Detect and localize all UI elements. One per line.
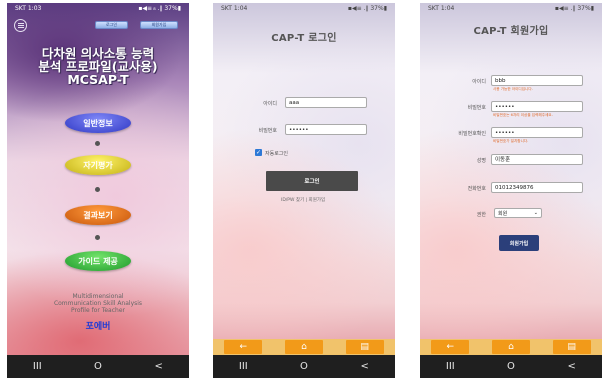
status-bar: SKT 1:04 ▪◀≡ .∥ 37%▮ xyxy=(420,3,602,15)
separator-dot xyxy=(95,141,100,146)
status-left: SKT 1:04 xyxy=(221,5,248,12)
role-label: 권한 xyxy=(476,212,486,218)
signup-screen: SKT 1:04 ▪◀≡ .∥ 37%▮ CAP-T 회원가입 아이디 bbb … xyxy=(420,3,602,378)
home-icon[interactable]: O xyxy=(83,361,113,372)
back-icon[interactable]: < xyxy=(557,361,587,372)
login-screen: SKT 1:04 ▪◀≡ .∥ 37%▮ CAP-T 로그인 아이디 aaa 비… xyxy=(213,3,395,378)
name-input[interactable]: 이동훈 xyxy=(491,154,583,165)
subtitle-line: Profile for Teacher xyxy=(71,307,125,314)
recents-icon[interactable]: III xyxy=(228,361,258,372)
android-nav-bar: III O < xyxy=(213,355,395,378)
id-label: 아이디 xyxy=(263,101,277,107)
back-arrow-icon[interactable]: ← xyxy=(224,340,263,354)
auto-login-label: 자동로그인 xyxy=(265,151,289,157)
home-icon[interactable]: O xyxy=(289,361,319,372)
separator-dot xyxy=(95,187,100,192)
main-screen: SKT 1:03 ▪◀≡ ₈ .∥ 37%▮ 로그인 회원가입 다차원 의사소통… xyxy=(7,3,189,378)
id-input[interactable]: aaa xyxy=(285,97,367,108)
home-icon[interactable]: O xyxy=(496,361,526,372)
self-assessment-button[interactable]: 자기평가 xyxy=(65,155,131,175)
back-icon[interactable]: < xyxy=(350,361,380,372)
back-icon[interactable]: < xyxy=(144,361,174,372)
home-icon[interactable]: ⌂ xyxy=(284,340,323,354)
status-left: SKT 1:03 xyxy=(15,5,42,12)
page-title: CAP-T 로그인 xyxy=(271,33,337,44)
status-left: SKT 1:04 xyxy=(428,5,455,12)
bottom-toolbar: ← ⌂ ▤ xyxy=(213,339,395,355)
hamburger-menu-icon[interactable] xyxy=(14,19,27,32)
id-input[interactable]: bbb xyxy=(491,75,583,86)
bottom-toolbar: ← ⌂ ▤ xyxy=(420,339,602,355)
app-subtitle: Multidimensional Communication Skill Ana… xyxy=(7,293,189,314)
document-icon[interactable]: ▤ xyxy=(345,340,384,354)
status-right: ▪◀≡ ₈ .∥ 37%▮ xyxy=(138,5,181,12)
form-background xyxy=(420,3,602,355)
password-confirm-label: 비밀번호확인 xyxy=(458,131,486,137)
id-hint: 사용 가능한 아이디입니다. xyxy=(493,87,533,91)
password-label: 비밀번호 xyxy=(467,105,486,111)
guide-button[interactable]: 가이드 제공 xyxy=(65,251,131,271)
phone-label: 전화번호 xyxy=(467,186,486,192)
document-icon[interactable]: ▤ xyxy=(552,340,591,354)
password-confirm-hint: 비밀번호가 일치합니다. xyxy=(493,139,529,143)
app-title-line: MCSAP-T xyxy=(67,72,129,87)
status-right: ▪◀≡ .∥ 37%▮ xyxy=(347,5,387,12)
auto-login-checkbox[interactable]: ✓ xyxy=(255,149,262,156)
subtitle-line: Communication Skill Analysis xyxy=(53,300,143,307)
name-label: 성명 xyxy=(476,158,486,164)
recents-icon[interactable]: III xyxy=(435,361,465,372)
recents-icon[interactable]: III xyxy=(22,361,52,372)
app-title: 다차원 의사소통 능력 분석 프로파일(교사용) MCSAP-T xyxy=(7,47,189,86)
signup-button[interactable]: 회원가입 xyxy=(140,21,178,29)
general-info-button[interactable]: 일반정보 xyxy=(65,113,131,133)
separator-dot xyxy=(95,235,100,240)
back-arrow-icon[interactable]: ← xyxy=(431,340,470,354)
signup-submit-button[interactable]: 회원가입 xyxy=(499,235,539,251)
status-bar: SKT 1:03 ▪◀≡ ₈ .∥ 37%▮ xyxy=(7,3,189,15)
password-input[interactable]: •••••• xyxy=(285,124,367,135)
password-hint: 비밀번호는 6자리 이상을 입력해주세요. xyxy=(493,113,553,117)
brand-name: 포에버 xyxy=(85,322,111,332)
view-results-button[interactable]: 결과보기 xyxy=(65,205,131,225)
status-bar: SKT 1:04 ▪◀≡ .∥ 37%▮ xyxy=(213,3,395,15)
chevron-down-icon: ⌄ xyxy=(533,210,538,216)
android-nav-bar: III O < xyxy=(7,355,189,378)
account-links[interactable]: ID/PW 찾기 | 회원가입 xyxy=(281,197,325,203)
id-label: 아이디 xyxy=(472,79,486,85)
password-confirm-input[interactable]: •••••• xyxy=(491,127,583,138)
status-right: ▪◀≡ .∥ 37%▮ xyxy=(554,5,594,12)
role-select-value: 회원 xyxy=(498,210,508,217)
login-button[interactable]: 로그인 xyxy=(95,21,128,29)
android-nav-bar: III O < xyxy=(420,355,602,378)
phone-input[interactable]: 01012349876 xyxy=(491,182,583,193)
subtitle-line: Multidimensional xyxy=(72,293,124,300)
home-icon[interactable]: ⌂ xyxy=(491,340,530,354)
login-submit-button[interactable]: 로그인 xyxy=(266,171,358,191)
page-title: CAP-T 회원가입 xyxy=(473,26,549,37)
role-select[interactable]: 회원 ⌄ xyxy=(494,208,542,218)
password-input[interactable]: •••••• xyxy=(491,101,583,112)
password-label: 비밀번호 xyxy=(258,128,277,134)
